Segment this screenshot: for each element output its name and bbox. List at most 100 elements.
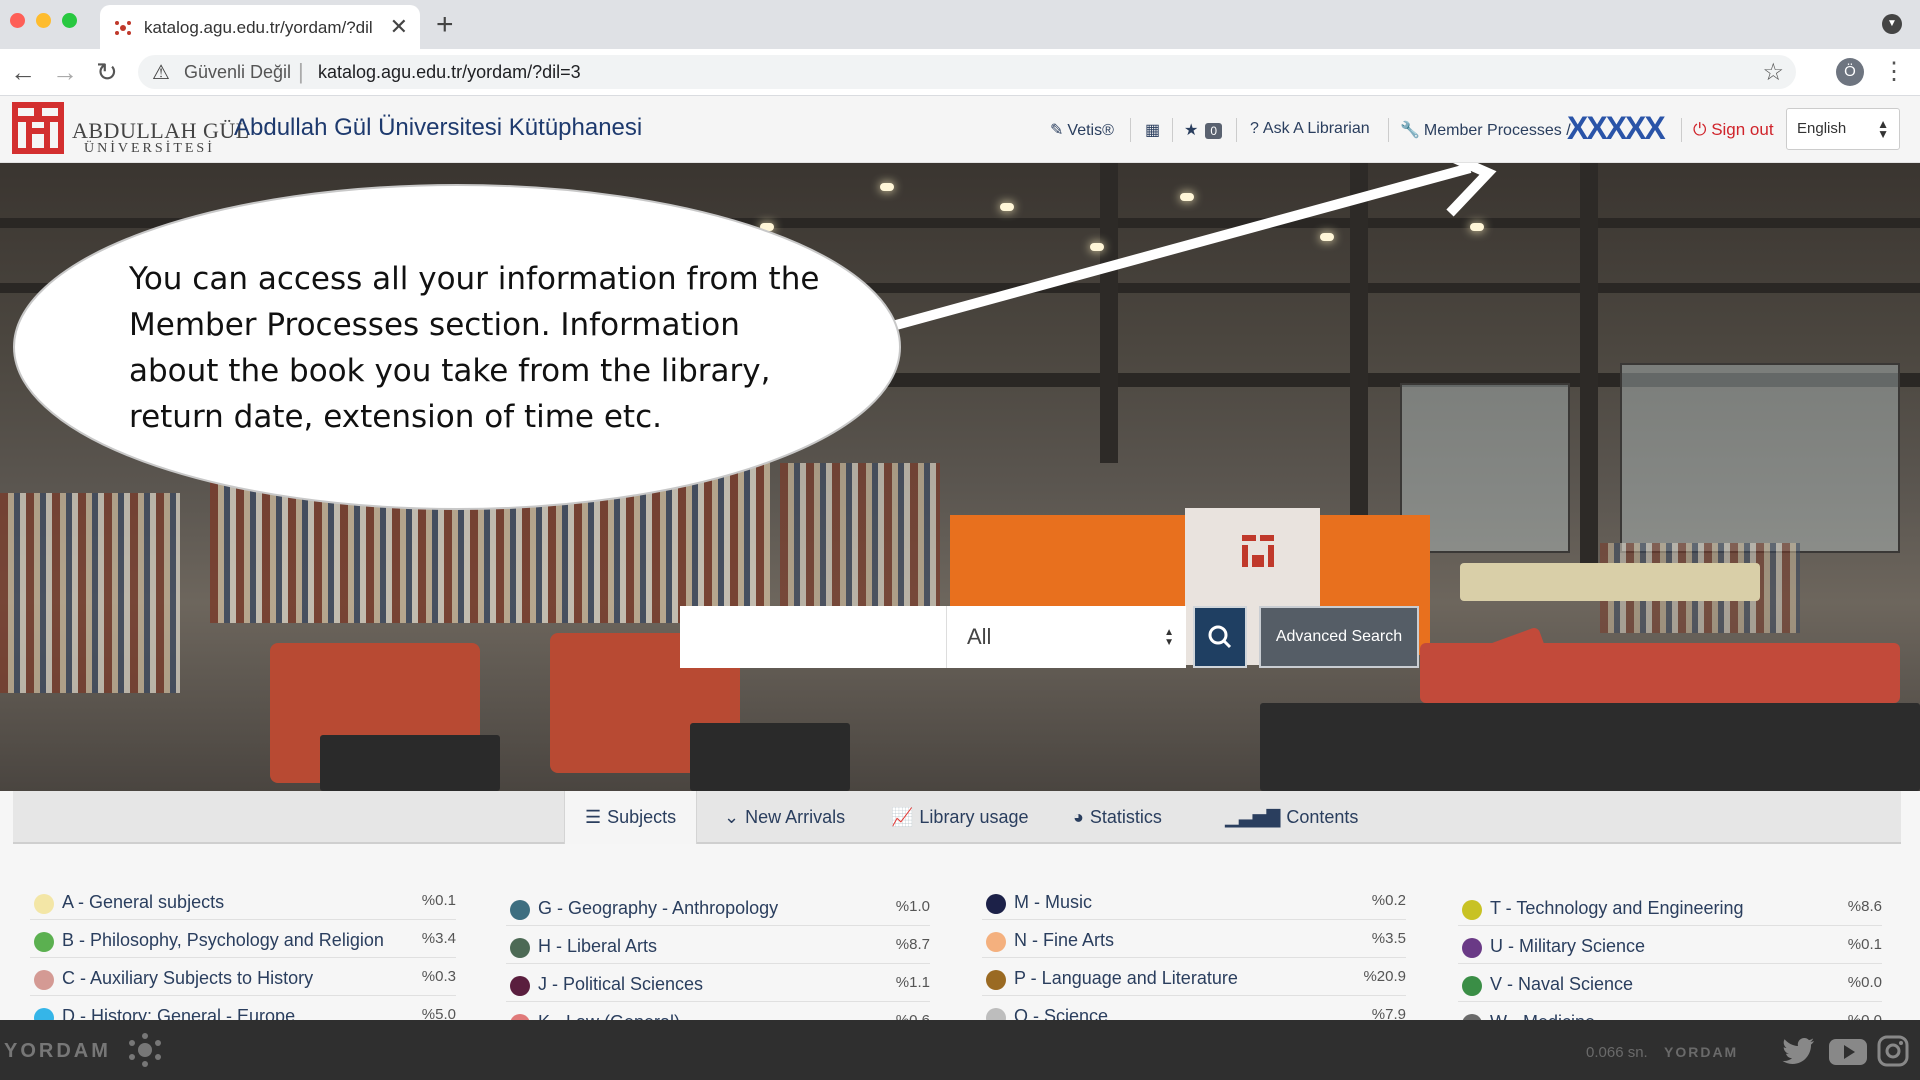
tab-library-usage-label: Library usage: [919, 807, 1029, 827]
back-arrow-icon[interactable]: ←: [10, 57, 36, 88]
subject-row[interactable]: W - Medicine %0.0: [1458, 1004, 1882, 1020]
calendar-link[interactable]: ▦: [1145, 120, 1164, 140]
subject-row[interactable]: H - Liberal Arts %8.7: [506, 928, 930, 964]
subject-color-dot: [986, 932, 1006, 952]
tab-contents-label: Contents: [1286, 807, 1359, 827]
sign-out-link[interactable]: ⏻ Sign out: [1693, 120, 1774, 140]
not-secure-label[interactable]: Güvenli Değil: [184, 62, 291, 83]
subject-row[interactable]: N - Fine Arts %3.5: [982, 922, 1406, 958]
search-button[interactable]: [1193, 606, 1247, 668]
select-arrows-icon: ▲ ▼: [1164, 627, 1174, 648]
member-processes-link[interactable]: 🔧 Member Processes /: [1400, 120, 1571, 140]
maximize-window-button[interactable]: [62, 13, 77, 28]
bookmark-star-icon[interactable]: ☆: [1762, 58, 1784, 87]
callout-text: You can access all your information from…: [129, 261, 820, 435]
subjects-list: A - General subjects %0.1 B - Philosophy…: [0, 870, 1920, 1020]
tab-contents[interactable]: ▁▃▅▇ Contents: [1225, 791, 1358, 844]
subject-percentage: %7.9: [1371, 1006, 1406, 1020]
ask-librarian-label: Ask A Librarian: [1262, 120, 1370, 137]
tab-subjects[interactable]: ☰ Subjects: [564, 791, 698, 844]
address-bar[interactable]: ⚠ Güvenli Değil | katalog.agu.edu.tr/yor…: [138, 55, 1796, 89]
subject-percentage: %0.1: [1847, 936, 1882, 953]
subject-row[interactable]: U - Military Science %0.1: [1458, 928, 1882, 964]
ceiling-light: [1180, 193, 1194, 201]
url-text[interactable]: katalog.agu.edu.tr/yordam/?dil=3: [318, 62, 581, 83]
browser-tab[interactable]: katalog.agu.edu.tr/yordam/?dil ✕: [100, 5, 420, 49]
subject-percentage: %8.6: [1847, 898, 1882, 915]
ceiling-light: [760, 223, 774, 231]
power-icon: ⏻: [1693, 120, 1707, 139]
minimize-window-button[interactable]: [36, 13, 51, 28]
language-select[interactable]: English ▲ ▼: [1786, 108, 1900, 150]
twitter-icon[interactable]: [1782, 1034, 1816, 1068]
subject-percentage: %0.6: [896, 1012, 930, 1020]
subject-color-dot: [34, 1008, 54, 1020]
search-scope-selected: All: [967, 624, 992, 649]
ceiling-light: [1000, 203, 1014, 211]
browser-tab-title: katalog.agu.edu.tr/yordam/?dil: [144, 18, 373, 37]
subject-percentage: %0.2: [1371, 892, 1406, 909]
external-edit-icon: ✎: [1050, 122, 1064, 139]
list-icon: ☰: [585, 807, 602, 827]
vetis-link[interactable]: ✎ Vetis®: [1050, 120, 1114, 140]
subject-row[interactable]: G - Geography - Anthropology %1.0: [506, 890, 930, 926]
youtube-icon[interactable]: [1828, 1034, 1868, 1068]
close-tab-icon[interactable]: ✕: [390, 14, 408, 40]
ask-librarian-link[interactable]: ? Ask A Librarian: [1250, 120, 1370, 138]
ceiling-light: [1320, 233, 1334, 241]
tab-subjects-label: Subjects: [607, 807, 677, 827]
subject-row[interactable]: B - Philosophy, Psychology and Religion …: [30, 922, 456, 958]
menu-divider: [1236, 118, 1237, 142]
subject-row[interactable]: J - Political Sciences %1.1: [506, 966, 930, 1002]
university-logo-icon[interactable]: [12, 102, 64, 154]
subject-label: C - Auxiliary Subjects to History: [62, 968, 314, 988]
subject-color-dot: [510, 976, 530, 996]
yordam-logo[interactable]: YORDAM: [4, 1040, 111, 1063]
subject-row[interactable]: C - Auxiliary Subjects to History %0.3: [30, 960, 456, 996]
search-scope-select[interactable]: All ▲ ▼: [946, 606, 1186, 668]
subject-row[interactable]: V - Naval Science %0.0: [1458, 966, 1882, 1002]
menu-divider: [1130, 118, 1131, 142]
subject-label: K - Law (General): [538, 1012, 680, 1020]
browser-toolbar: ← → ↻ ⚠ Güvenli Değil | katalog.agu.edu.…: [0, 49, 1920, 96]
desk-logo-icon: [1242, 535, 1274, 567]
subject-percentage: %0.3: [421, 968, 456, 985]
subject-row[interactable]: D - History: General - Europe %5.0: [30, 998, 456, 1020]
question-circle-icon: ?: [1250, 120, 1259, 137]
instagram-icon[interactable]: [1876, 1034, 1910, 1068]
forward-arrow-icon[interactable]: →: [52, 57, 78, 88]
tab-new-arrivals[interactable]: ⌄ New Arrivals: [724, 791, 845, 844]
reload-icon[interactable]: ↻: [96, 57, 118, 88]
favorites-link[interactable]: ★ 0: [1184, 120, 1223, 140]
site-title[interactable]: Abdullah Gül Üniversitesi Kütüphanesi: [234, 114, 642, 142]
new-tab-button[interactable]: +: [436, 8, 454, 42]
calendar-icon: ▦: [1145, 122, 1161, 139]
subject-row[interactable]: T - Technology and Engineering %8.6: [1458, 890, 1882, 926]
tab-search-icon[interactable]: ▼: [1882, 14, 1902, 34]
bookshelf: [0, 493, 180, 693]
close-window-button[interactable]: [10, 13, 25, 28]
menu-divider: [1388, 118, 1389, 142]
subject-row[interactable]: M - Music %0.2: [982, 884, 1406, 920]
browser-menu-icon[interactable]: ⋮: [1882, 57, 1906, 86]
subject-row[interactable]: P - Language and Literature %20.9: [982, 960, 1406, 996]
tab-statistics[interactable]: ◕ Statistics: [1073, 791, 1162, 844]
member-name-redacted[interactable]: XXXXX: [1567, 110, 1666, 147]
subject-row[interactable]: A - General subjects %0.1: [30, 884, 456, 920]
advanced-search-button[interactable]: Advanced Search: [1259, 606, 1419, 668]
pie-chart-icon: ◕: [1073, 807, 1084, 827]
profile-avatar[interactable]: Ö: [1836, 58, 1864, 86]
warning-triangle-icon: ⚠: [152, 62, 170, 84]
subject-color-dot: [34, 894, 54, 914]
tab-statistics-label: Statistics: [1089, 807, 1162, 827]
browser-tab-bar: katalog.agu.edu.tr/yordam/?dil ✕ + ▼: [0, 0, 1920, 49]
subject-label: P - Language and Literature: [1014, 968, 1238, 988]
subject-row[interactable]: Q - Science %7.9: [982, 998, 1406, 1020]
tab-library-usage[interactable]: 📈 Library usage: [891, 791, 1029, 844]
subject-color-dot: [34, 932, 54, 952]
subject-row[interactable]: K - Law (General) %0.6: [506, 1004, 930, 1020]
search-input[interactable]: [680, 606, 946, 668]
subject-label: A - General subjects: [62, 892, 225, 912]
subject-color-dot: [1462, 938, 1482, 958]
low-table: [320, 735, 500, 791]
